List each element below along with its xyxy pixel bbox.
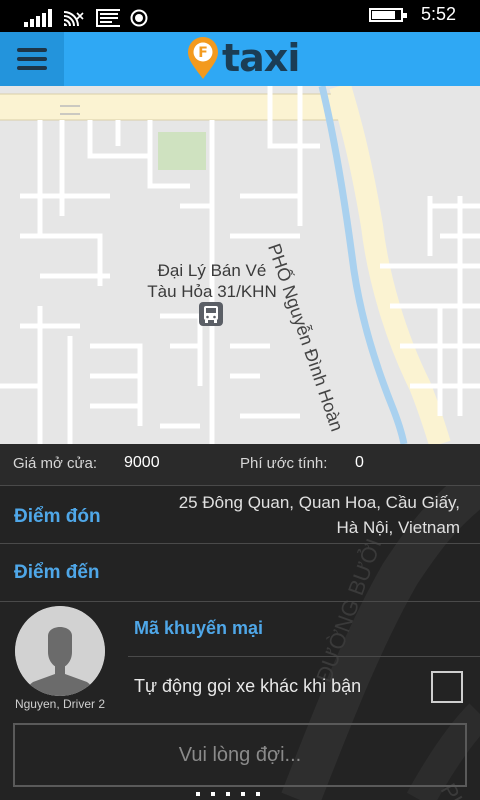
- battery-icon: [368, 7, 407, 22]
- wifi-icon: [63, 11, 84, 27]
- pickup-address[interactable]: 25 Đông Quan, Quan Hoa, Cầu Giấy, Hà Nội…: [140, 490, 460, 540]
- message-icon: [96, 9, 120, 27]
- avatar-placeholder-icon: [15, 606, 105, 696]
- hamburger-menu-button[interactable]: [0, 32, 64, 86]
- promo-code-label: Mã khuyến mại: [134, 618, 264, 638]
- open-fare-label: Giá mở cửa:: [13, 455, 98, 472]
- open-fare-value: 9000: [124, 454, 160, 471]
- estimated-fare-value: 0: [355, 454, 364, 471]
- taxi-pin-logo-icon: F: [188, 37, 218, 79]
- map-view[interactable]: Đại Lý Bán Vé Tàu Hỏa 31/KHN PHỐ Nguyễn …: [0, 86, 480, 444]
- clock: 5:52: [420, 4, 456, 24]
- hamburger-menu-icon: [17, 48, 47, 52]
- destination-row[interactable]: Điểm đến: [0, 544, 480, 602]
- logo-text: taxi: [222, 36, 300, 80]
- auto-call-label: Tự động gọi xe khác khi bận: [134, 676, 362, 696]
- status-bar: 5:52: [0, 0, 480, 32]
- pickup-label: Điểm đón: [14, 506, 101, 527]
- svg-text:F: F: [198, 45, 208, 61]
- booking-panel: ĐƯỜNG BƯỞI PHỐ Giá mở cửa: 9000 Phí ước …: [0, 444, 480, 800]
- driver-avatar[interactable]: [15, 606, 105, 696]
- driver-name: Nguyen, Driver 2: [14, 697, 106, 711]
- app-header: F taxi: [0, 32, 480, 86]
- location-icon: [130, 9, 148, 27]
- pickup-row[interactable]: Điểm đón 25 Đông Quan, Quan Hoa, Cầu Giấ…: [0, 486, 480, 544]
- app-logo: F taxi: [186, 36, 300, 80]
- loading-dots: [196, 792, 260, 796]
- promo-code-row[interactable]: Mã khuyến mại: [128, 602, 480, 657]
- auto-call-checkbox[interactable]: [431, 671, 463, 703]
- please-wait-button[interactable]: Vui lòng đợi...: [13, 723, 467, 787]
- bus-station-icon[interactable]: [199, 302, 223, 326]
- destination-label: Điểm đến: [14, 562, 100, 583]
- signal-icon: [24, 9, 52, 27]
- status-icons: [24, 7, 148, 27]
- status-right: 5:52: [368, 4, 456, 25]
- fare-row: Giá mở cửa: 9000 Phí ước tính: 0: [0, 444, 480, 486]
- estimated-fare-label: Phí ước tính:: [240, 455, 328, 472]
